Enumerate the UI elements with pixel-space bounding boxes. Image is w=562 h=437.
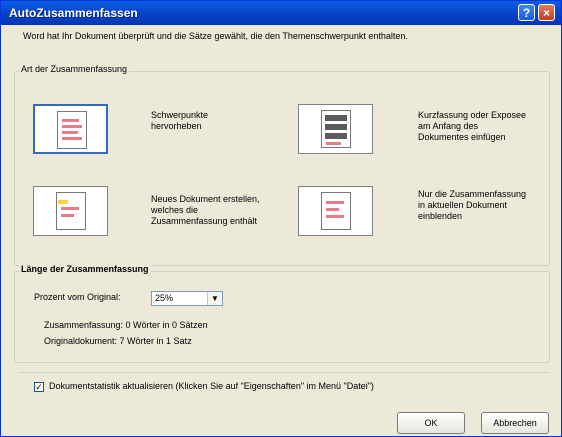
help-button[interactable]: ? — [518, 4, 535, 21]
option-summary-top-thumbnail[interactable] — [298, 104, 373, 154]
summary-type-group: Art der Zusammenfassung — [14, 64, 550, 266]
intro-text: Word hat Ihr Dokument überprüft und die … — [23, 31, 408, 41]
length-label: Länge der Zusammenfassung — [19, 264, 151, 274]
option-highlight-thumbnail[interactable] — [33, 104, 108, 154]
percent-select[interactable]: 25% ▼ — [151, 291, 223, 306]
percent-label: Prozent vom Original: — [34, 292, 121, 302]
chevron-down-icon[interactable]: ▼ — [207, 292, 222, 305]
percent-value: 25% — [155, 293, 174, 303]
statistics-label[interactable]: Dokumentstatistik aktualisieren (Klicken… — [49, 381, 374, 391]
dialog-title: AutoZusammenfassen — [9, 6, 138, 20]
document-icon — [57, 111, 87, 149]
document-icon — [321, 192, 351, 230]
autozusammenfassen-dialog: AutoZusammenfassen ? × Word hat Ihr Doku… — [0, 0, 562, 437]
new-document-icon — [56, 192, 86, 230]
option-new-document-label[interactable]: Neues Dokument erstellen, welches die Zu… — [151, 194, 266, 227]
ok-button-label: OK — [424, 418, 438, 428]
original-count: Originaldokument: 7 Wörter in 1 Satz — [44, 336, 192, 346]
document-icon — [321, 110, 351, 148]
summary-type-label: Art der Zusammenfassung — [19, 64, 130, 74]
option-highlight-label[interactable]: Schwerpunkte hervorheben — [151, 110, 251, 132]
statistics-checkbox[interactable]: ✓ — [34, 382, 44, 392]
close-button[interactable]: × — [538, 4, 555, 21]
divider — [19, 372, 549, 373]
ok-button[interactable]: OK — [397, 412, 465, 434]
option-only-summary-thumbnail[interactable] — [298, 186, 373, 236]
summary-count: Zusammenfassung: 0 Wörter in 0 Sätzen — [44, 320, 208, 330]
cancel-button[interactable]: Abbrechen — [481, 412, 549, 434]
option-new-document-thumbnail[interactable] — [33, 186, 108, 236]
cancel-button-label: Abbrechen — [493, 418, 537, 428]
title-bar[interactable]: AutoZusammenfassen ? × — [1, 1, 561, 25]
option-summary-top-label[interactable]: Kurzfassung oder Exposee am Anfang des D… — [418, 110, 530, 143]
option-only-summary-label[interactable]: Nur die Zusammenfassung in aktuellen Dok… — [418, 189, 530, 222]
length-group: Länge der Zusammenfassung — [14, 264, 550, 363]
